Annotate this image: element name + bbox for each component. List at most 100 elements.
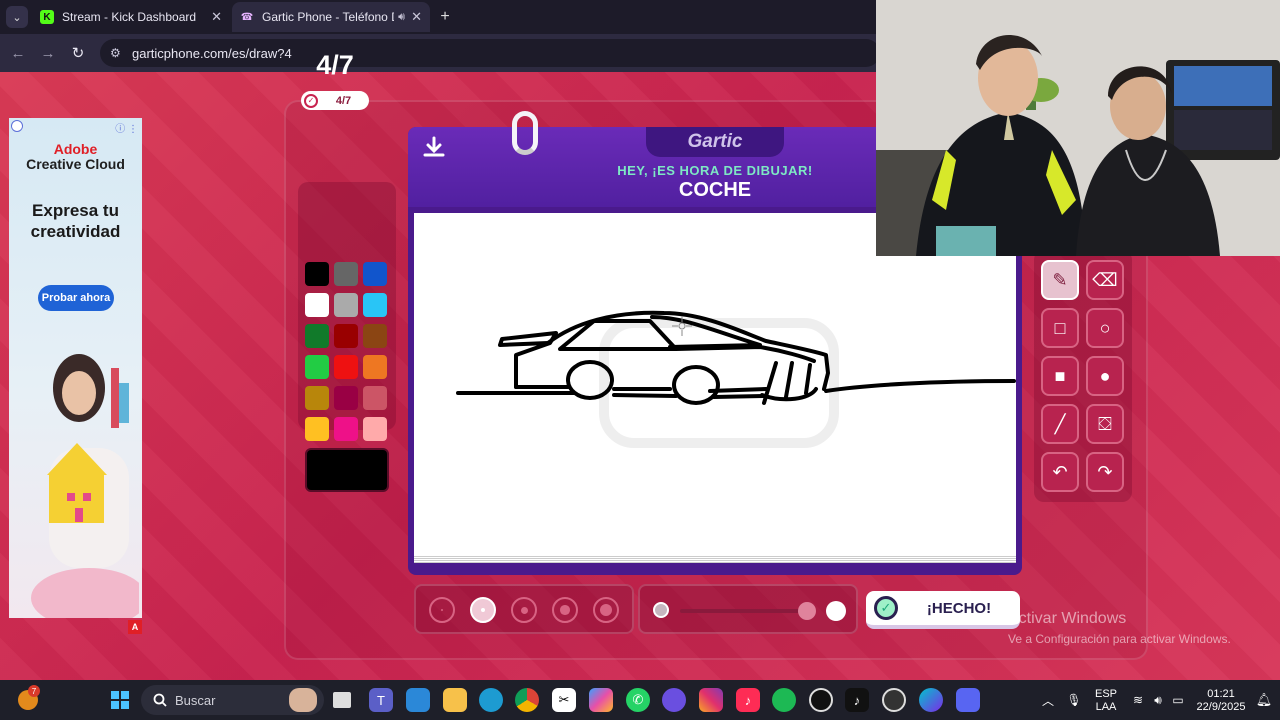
color-swatch[interactable] — [305, 324, 329, 348]
close-icon[interactable]: ✕ — [411, 9, 422, 25]
phone-icon: ☎ — [240, 11, 254, 23]
file-explorer-icon[interactable] — [443, 688, 467, 712]
clock[interactable]: 01:21 22/9/2025 — [1192, 688, 1250, 714]
bucket-icon[interactable]: ⛋ — [1086, 404, 1124, 444]
color-swatch[interactable] — [334, 293, 358, 317]
chevron-up-icon[interactable]: ︿ — [1036, 688, 1060, 712]
teams-icon[interactable]: T — [369, 688, 393, 712]
tab-title: Gartic Phone - Teléfono Des — [262, 10, 394, 24]
current-color-preview — [305, 448, 389, 492]
battery-icon[interactable]: ▭ — [1166, 688, 1190, 712]
whatsapp-icon[interactable]: ✆ — [626, 688, 650, 712]
ad-person-image — [31, 354, 139, 618]
opacity-slider[interactable] — [638, 584, 858, 634]
gartic-logo: Gartic — [646, 127, 784, 157]
microphone-icon[interactable]: 🎙︎ — [1062, 688, 1086, 712]
brush-size-option[interactable] — [511, 597, 537, 623]
color-swatch[interactable] — [363, 293, 387, 317]
ad-info-icon[interactable] — [11, 120, 23, 132]
download-icon[interactable] — [422, 135, 446, 159]
discord-icon[interactable] — [956, 688, 980, 712]
brush-size-option[interactable] — [429, 597, 455, 623]
windows-taskbar: 7 Buscar T ✂ ✆ ♪ ♪ ︿ 🎙︎ ESP LAA ≋ 🔊︎ ▭ 0… — [0, 680, 1280, 720]
speaker-icon[interactable]: 🔊︎ — [398, 11, 405, 24]
color-swatch[interactable] — [334, 417, 358, 441]
color-swatch[interactable] — [363, 324, 387, 348]
ad-cta-button[interactable]: Probar ahora — [38, 285, 114, 311]
site-settings-icon[interactable]: ⚙︎ — [110, 46, 126, 60]
store-icon[interactable] — [406, 688, 430, 712]
color-swatch[interactable] — [334, 355, 358, 379]
check-icon: ✓ — [304, 93, 318, 108]
tab-gartic-phone[interactable]: ☎ Gartic Phone - Teléfono Des 🔊︎ ✕ — [232, 2, 430, 32]
undo-icon[interactable]: ↶ — [1041, 452, 1079, 492]
notifications-icon[interactable]: 🔔︎ — [1252, 688, 1276, 712]
line-icon[interactable]: ╱ — [1041, 404, 1079, 444]
color-swatch[interactable] — [305, 293, 329, 317]
notification-badge: 7 — [28, 685, 40, 697]
pencil-icon[interactable]: ✎ — [1041, 260, 1079, 300]
square-outline-icon[interactable]: □ — [1041, 308, 1079, 348]
tab-kick-dashboard[interactable]: K Stream - Kick Dashboard ✕ — [32, 2, 230, 32]
chatgpt-icon[interactable] — [809, 688, 833, 712]
tiktok-icon[interactable]: ♪ — [845, 688, 869, 712]
tab-title: Stream - Kick Dashboard — [62, 10, 197, 24]
color-swatch[interactable] — [305, 262, 329, 286]
drawing-canvas[interactable] — [414, 213, 1016, 555]
color-swatch[interactable] — [363, 386, 387, 410]
app-icon[interactable] — [662, 688, 686, 712]
capcut-icon[interactable]: ✂ — [552, 688, 576, 712]
brush-size-option[interactable] — [470, 597, 496, 623]
color-swatch[interactable] — [363, 417, 387, 441]
circle-outline-icon[interactable]: ○ — [1086, 308, 1124, 348]
color-swatch[interactable] — [334, 262, 358, 286]
language-indicator[interactable]: ESP LAA — [1094, 688, 1118, 714]
instagram-icon[interactable] — [699, 688, 723, 712]
paper-stack — [414, 555, 1016, 563]
redo-icon[interactable]: ↷ — [1086, 452, 1124, 492]
back-arrow-icon[interactable]: ← — [8, 43, 28, 63]
url-text: garticphone.com/es/draw?4 — [132, 45, 292, 61]
color-swatch[interactable] — [334, 324, 358, 348]
url-input[interactable]: ⚙︎ garticphone.com/es/draw?4 — [100, 39, 880, 67]
close-icon[interactable]: ✕ — [211, 9, 222, 25]
taskbar-search-input[interactable]: Buscar — [141, 685, 324, 715]
color-swatch[interactable] — [305, 386, 329, 410]
copilot-icon[interactable] — [589, 688, 613, 712]
tiktok-studio-icon[interactable]: ♪ — [736, 688, 760, 712]
round-counter: 4/7 — [316, 50, 354, 80]
done-button[interactable]: ✓ ¡HECHO! — [866, 591, 1020, 629]
brush-size-option[interactable] — [593, 597, 619, 623]
canva-icon[interactable] — [919, 688, 943, 712]
round-badge-text: 4/7 — [335, 94, 352, 107]
ad-options-icon[interactable]: ⓘ ⋮ — [115, 120, 138, 135]
circle-fill-icon[interactable]: ● — [1086, 356, 1124, 396]
task-view-icon[interactable] — [333, 692, 351, 708]
ad-tagline-line1: Expresa tu — [32, 201, 119, 220]
obs-icon[interactable] — [882, 688, 906, 712]
edge-icon[interactable] — [479, 688, 503, 712]
spotify-icon[interactable] — [772, 688, 796, 712]
clock-time: 01:21 — [1207, 688, 1235, 700]
ad-tagline-line2: creatividad — [30, 222, 121, 241]
color-swatch[interactable] — [305, 355, 329, 379]
opacity-track[interactable] — [680, 609, 810, 613]
color-swatch[interactable] — [334, 386, 358, 410]
search-label: Buscar — [175, 692, 216, 708]
adobe-ad-banner[interactable]: ⓘ ⋮ Adobe Creative Cloud Expresa tu crea… — [9, 118, 142, 618]
tab-search-button[interactable]: ⌄ — [6, 6, 28, 28]
ad-corner-badge[interactable]: A — [128, 620, 142, 634]
opacity-handle[interactable] — [798, 602, 816, 620]
brush-size-option[interactable] — [552, 597, 578, 623]
color-swatch[interactable] — [363, 262, 387, 286]
reload-icon[interactable]: ↻ — [68, 43, 88, 63]
eraser-icon[interactable]: ⌫ — [1086, 260, 1124, 300]
activate-windows-watermark: Activar Windows Ve a Configuración para … — [1008, 610, 1231, 646]
windows-start-icon[interactable] — [108, 688, 132, 712]
color-swatch[interactable] — [363, 355, 387, 379]
chrome-icon[interactable] — [515, 688, 539, 712]
color-swatch[interactable] — [305, 417, 329, 441]
new-tab-button[interactable]: + — [434, 6, 456, 28]
forward-arrow-icon[interactable]: → — [38, 43, 58, 63]
square-fill-icon[interactable]: ■ — [1041, 356, 1079, 396]
